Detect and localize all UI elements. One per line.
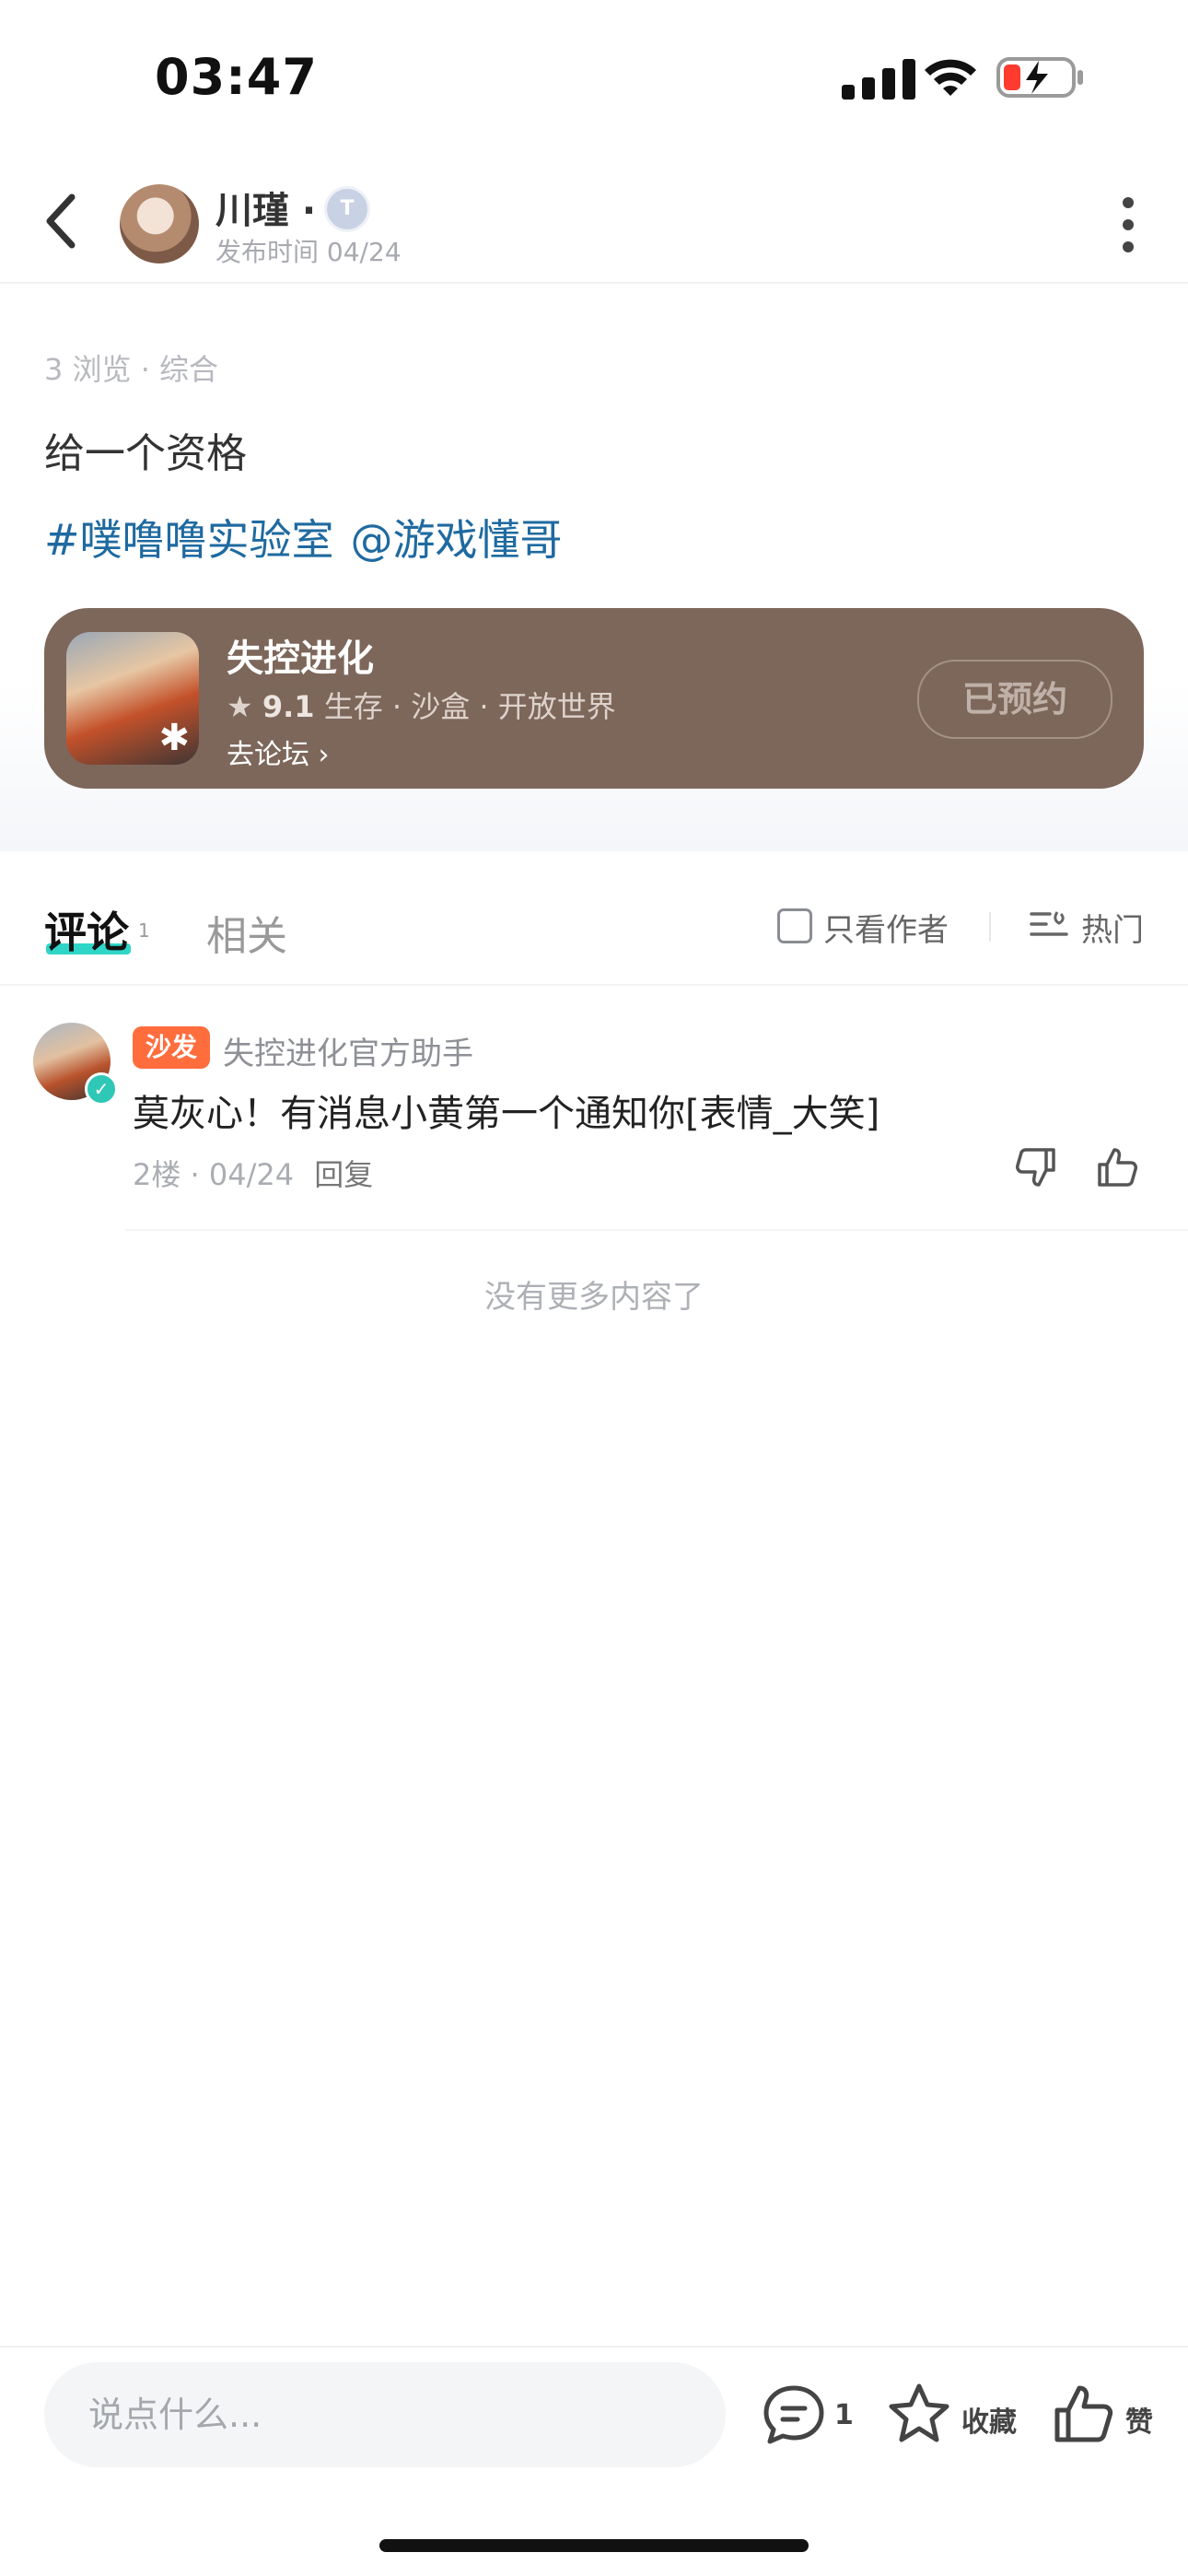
game-score: 9.1 xyxy=(262,689,315,724)
forum-link-label: 去论坛 xyxy=(227,739,309,771)
post-meta: 3 浏览 · 综合 xyxy=(44,352,219,387)
tab-comments[interactable]: 评论 xyxy=(44,899,129,960)
filter-separator xyxy=(989,912,991,942)
game-rating-row: ★ 9.1 生存 · 沙盒 · 开放世界 xyxy=(227,684,616,726)
comment-username[interactable]: 失控进化官方助手 xyxy=(223,1028,473,1073)
author-avatar[interactable] xyxy=(120,184,199,263)
game-name: 失控进化 xyxy=(227,638,374,680)
sort-hot-icon[interactable] xyxy=(1030,908,1068,942)
dot-icon xyxy=(1123,219,1134,230)
comment-input[interactable] xyxy=(44,2362,726,2467)
author-only-checkbox[interactable] xyxy=(777,908,812,943)
comment-bubble-icon[interactable] xyxy=(761,2383,827,2447)
tabs-divider xyxy=(0,984,1188,986)
favorite-star-icon[interactable] xyxy=(886,2381,952,2447)
like-icon[interactable] xyxy=(1094,1144,1140,1190)
bottom-bar-divider xyxy=(0,2346,1188,2348)
author-name[interactable]: 川瑾 · xyxy=(215,181,316,234)
tab-related[interactable]: 相关 xyxy=(206,903,287,962)
back-button[interactable] xyxy=(37,184,92,258)
battery-charging-icon xyxy=(996,57,1083,98)
chevron-right-icon: › xyxy=(318,739,330,771)
comment-floor-date: 2楼 · 04/24 xyxy=(133,1157,295,1192)
reply-button[interactable]: 回复 xyxy=(314,1157,373,1192)
more-options-button[interactable] xyxy=(1114,197,1142,258)
author-level-badge: T xyxy=(324,186,370,232)
star-icon: ★ xyxy=(227,689,253,724)
home-indicator[interactable] xyxy=(379,2539,809,2552)
dislike-icon[interactable] xyxy=(1013,1144,1059,1190)
comment-text: 莫灰心！有消息小黄第一个通知你[表情_大笑] xyxy=(133,1093,880,1135)
dot-icon xyxy=(1123,241,1134,252)
author-only-label[interactable]: 只看作者 xyxy=(823,905,949,950)
sofa-badge: 沙发 xyxy=(133,1026,210,1069)
like-thumb-icon[interactable] xyxy=(1050,2381,1116,2447)
game-icon[interactable]: ✱ xyxy=(66,632,199,765)
no-more-content: 没有更多内容了 xyxy=(484,1279,704,1316)
comments-count: 1 xyxy=(138,919,150,942)
sort-hot-label[interactable]: 热门 xyxy=(1081,905,1144,950)
post-tags: #噗噜噜实验室 @游戏懂哥 xyxy=(44,507,579,568)
like-label[interactable]: 赞 xyxy=(1125,2399,1153,2440)
topic-tag[interactable]: #噗噜噜实验室 xyxy=(44,515,334,565)
comment-meta: 2楼 · 04/24 回复 xyxy=(133,1152,373,1194)
comment-divider xyxy=(125,1229,1188,1231)
comment-count: 1 xyxy=(834,2399,854,2431)
game-genres: 生存 · 沙盒 · 开放世界 xyxy=(323,689,616,724)
cellular-signal-icon xyxy=(842,59,915,100)
go-to-forum-link[interactable]: 去论坛 › xyxy=(227,732,330,772)
favorite-label[interactable]: 收藏 xyxy=(961,2399,1017,2440)
publish-time: 发布时间 04/24 xyxy=(215,237,402,267)
dot-icon xyxy=(1123,197,1134,208)
mention-tag[interactable]: @游戏懂哥 xyxy=(351,515,563,565)
status-time: 03:47 xyxy=(155,48,318,106)
reserved-button[interactable]: 已预约 xyxy=(917,660,1112,739)
sparkle-icon: ✱ xyxy=(158,717,190,759)
verified-check-icon: ✓ xyxy=(85,1072,118,1106)
section-gap xyxy=(0,851,1188,875)
post-body: 给一个资格 xyxy=(44,430,247,477)
wifi-icon xyxy=(925,59,976,96)
